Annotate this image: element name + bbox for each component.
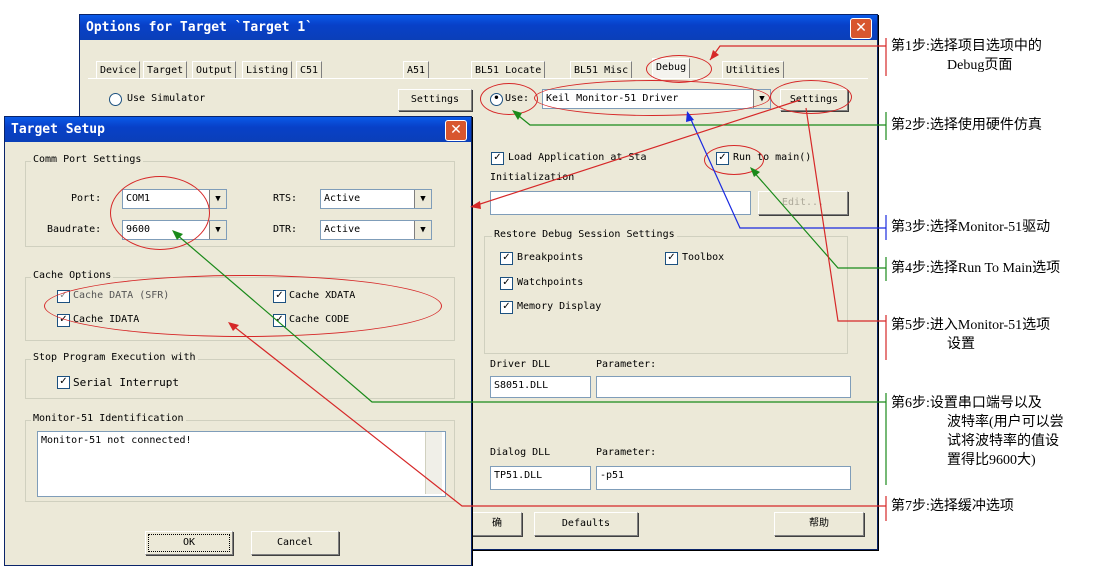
step-7-label: 第7步:选择缓冲选项 [891,499,1014,514]
step-6-cont-2: 试将波特率的值设 [947,434,1059,449]
step-5-cont: 设置 [947,337,975,352]
step-4-text: 第4步:选择Run To Main选项 [891,259,1060,278]
step-6-cont-1: 波特率(用户可以尝 [947,415,1064,430]
step-6-label: 第6步:设置串口端号以及 [891,396,1042,411]
step-1-text: 第1步:选择项目选项中的 Debug页面 [891,37,1042,75]
step-4-label: 第4步:选择Run To Main选项 [891,261,1061,276]
step-5-label: 第5步:进入Monitor-51选项 [891,318,1051,333]
step-2-label: 第2步:选择使用硬件仿真 [891,118,1042,133]
annotation-lines [172,38,887,521]
step-3-text: 第3步:选择Monitor-51驱动 [891,218,1050,237]
step-6-cont-3: 置得比9600大) [947,453,1036,468]
step-5-text: 第5步:进入Monitor-51选项 设置 [891,316,1050,354]
step-1-cont: Debug页面 [947,58,1013,73]
step-6-text: 第6步:设置串口端号以及 波特率(用户可以尝 试将波特率的值设 置得比9600大… [891,394,1064,470]
step-1-label: 第1步:选择项目选项中的 [891,39,1042,54]
step-7-text: 第7步:选择缓冲选项 [891,497,1014,516]
step-3-label: 第3步:选择Monitor-51驱动 [891,220,1051,235]
step-2-text: 第2步:选择使用硬件仿真 [891,116,1042,135]
